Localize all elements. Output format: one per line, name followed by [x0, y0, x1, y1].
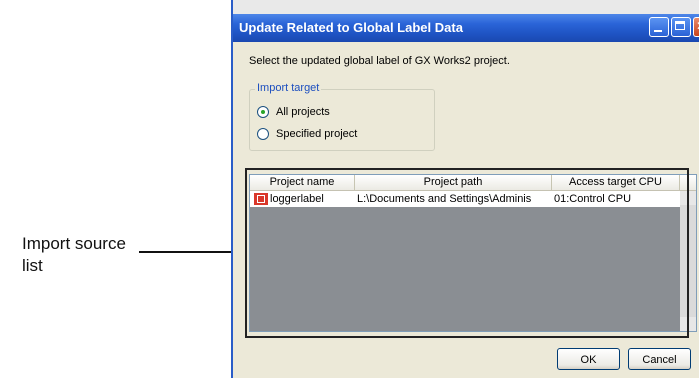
callout-line-2: list [22, 256, 43, 275]
title-bar[interactable]: Update Related to Global Label Data [233, 14, 699, 42]
window-top-edge [233, 0, 699, 14]
instruction-text: Select the updated global label of GX Wo… [249, 55, 510, 67]
import-source-list-callout: Import source list [22, 233, 162, 277]
radio-checked-icon[interactable] [257, 106, 269, 118]
update-global-label-dialog: Update Related to Global Label Data Sele… [231, 0, 699, 378]
ok-button[interactable]: OK [557, 348, 620, 370]
callout-leader-line [139, 251, 236, 253]
cancel-button[interactable]: Cancel [628, 348, 691, 370]
import-target-legend: Import target [255, 82, 322, 94]
radio-unchecked-icon[interactable] [257, 128, 269, 140]
radio-all-projects[interactable]: All projects [257, 104, 330, 120]
radio-specified-project-label: Specified project [276, 128, 358, 140]
close-button[interactable] [693, 17, 699, 37]
list-highlight-frame [245, 168, 689, 338]
radio-specified-project[interactable]: Specified project [257, 126, 357, 142]
minimize-button[interactable] [649, 17, 669, 37]
window-title: Update Related to Global Label Data [239, 20, 463, 35]
radio-all-projects-label: All projects [276, 106, 330, 118]
maximize-button[interactable] [671, 17, 691, 37]
